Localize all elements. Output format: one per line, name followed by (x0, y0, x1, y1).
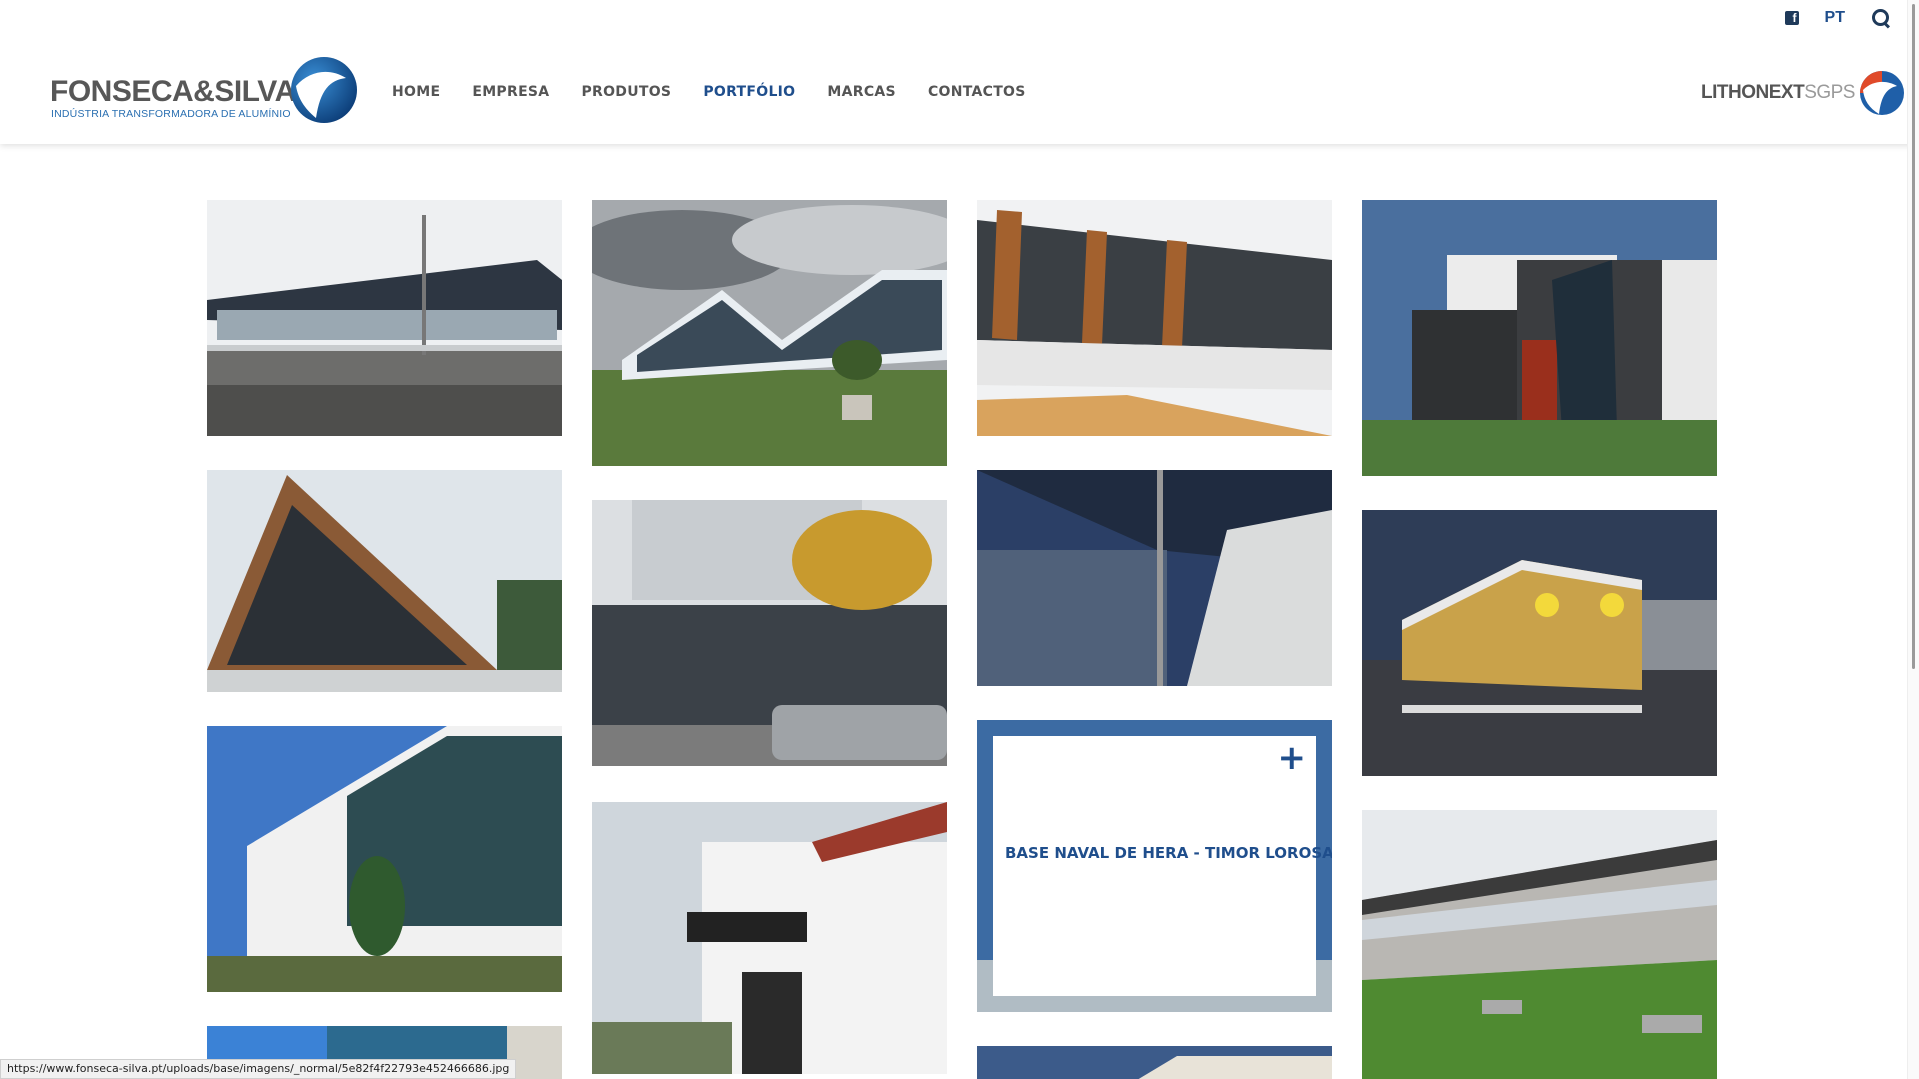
nav-contactos[interactable]: CONTACTOS (928, 84, 1026, 100)
portfolio-image (592, 802, 947, 1074)
language-selector[interactable]: PT (1825, 9, 1845, 27)
portfolio-image (1362, 810, 1717, 1079)
portfolio-image (207, 200, 562, 436)
group-logo[interactable]: LITHONEXTSGPS (1701, 70, 1905, 116)
company-logo[interactable]: FONSECA&SILVA INDÚSTRIA TRANSFORMADORA D… (50, 56, 360, 126)
facebook-icon[interactable]: f (1784, 11, 1799, 25)
top-utility-bar: f PT (1784, 8, 1891, 28)
portfolio-item[interactable] (1362, 510, 1717, 776)
portfolio-item[interactable] (207, 200, 562, 436)
search-icon[interactable] (1871, 8, 1891, 28)
portfolio-item[interactable] (977, 470, 1332, 686)
nav-portfolio[interactable]: PORTFÓLIO (703, 84, 795, 100)
plus-icon[interactable]: + (1278, 738, 1307, 778)
portfolio-item[interactable] (207, 470, 562, 692)
portfolio-item[interactable] (592, 500, 947, 766)
site-header: f PT FONSECA&SILVA INDÚSTRIA TRANSFORMAD… (0, 0, 1919, 144)
nav-home[interactable]: HOME (392, 84, 440, 100)
group-logo-mark-icon (1860, 71, 1904, 115)
portfolio-item[interactable] (1362, 200, 1717, 476)
page: f PT FONSECA&SILVA INDÚSTRIA TRANSFORMAD… (0, 0, 1919, 1079)
group-logo-text: LITHONEXTSGPS (1701, 82, 1855, 103)
portfolio-item[interactable] (592, 802, 947, 1074)
portfolio-image (977, 1046, 1332, 1079)
portfolio-item-title[interactable]: BASE NAVAL DE HERA - TIMOR LOROSAE (1005, 844, 1332, 862)
portfolio-image (1362, 200, 1717, 476)
portfolio-image (207, 470, 562, 692)
portfolio-image (1362, 510, 1717, 776)
portfolio-item[interactable] (1362, 810, 1717, 1079)
portfolio-image (977, 200, 1332, 436)
portfolio-item[interactable]: + BASE NAVAL DE HERA - TIMOR LOROSAE (977, 720, 1332, 1012)
vertical-scrollbar[interactable] (1907, 0, 1919, 1079)
portfolio-hover-card[interactable]: + BASE NAVAL DE HERA - TIMOR LOROSAE (993, 736, 1332, 996)
portfolio-image (977, 470, 1332, 686)
portfolio-item[interactable] (977, 1046, 1332, 1079)
logo-tagline: INDÚSTRIA TRANSFORMADORA DE ALUMÍNIO (51, 108, 291, 120)
portfolio-item[interactable] (592, 200, 947, 466)
portfolio-item[interactable] (977, 200, 1332, 436)
nav-marcas[interactable]: MARCAS (827, 84, 896, 100)
logo-wordmark: FONSECA&SILVA (50, 75, 296, 108)
portfolio-image (207, 726, 562, 992)
portfolio-item[interactable] (207, 726, 562, 992)
nav-produtos[interactable]: PRODUTOS (581, 84, 671, 100)
main-nav: HOME EMPRESA PRODUTOS PORTFÓLIO MARCAS C… (392, 84, 1026, 100)
nav-empresa[interactable]: EMPRESA (472, 84, 549, 100)
scrollbar-thumb[interactable] (1912, 4, 1915, 669)
logo-mark-icon (291, 57, 357, 123)
portfolio-image (592, 200, 947, 466)
portfolio-image (592, 500, 947, 766)
link-status-bar: https://www.fonseca-silva.pt/uploads/bas… (0, 1059, 517, 1079)
